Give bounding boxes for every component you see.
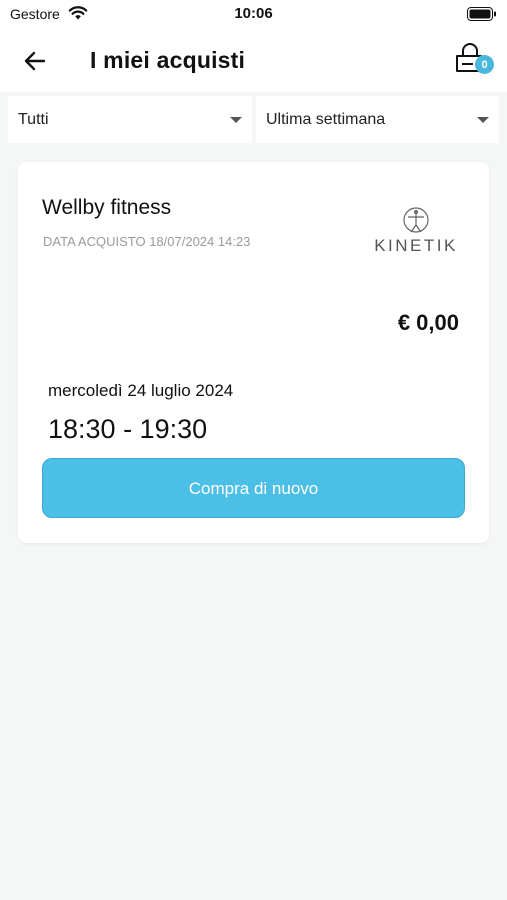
caret-down-icon [477, 117, 489, 123]
kinetik-logo: KINETIK [368, 206, 464, 258]
status-bar: Gestore 10:06 [0, 0, 507, 30]
filters-bar: Tutti Ultima settimana [0, 92, 507, 144]
price: € 0,00 [397, 310, 459, 335]
caret-down-icon [230, 117, 242, 123]
logo-text: KINETIK [374, 236, 458, 255]
app-header: I miei acquisti 0 [0, 30, 507, 92]
purchase-date: DATA ACQUISTO 18/07/2024 14:23 [43, 234, 251, 249]
status-time: 10:06 [234, 5, 273, 22]
period-filter-dropdown[interactable]: Ultima settimana [256, 96, 499, 143]
battery-icon [467, 7, 497, 26]
period-filter-value: Ultima settimana [266, 111, 386, 128]
back-arrow-icon[interactable] [22, 48, 48, 74]
slot-time: 18:30 - 19:30 [48, 414, 208, 444]
cart-button[interactable]: 0 [453, 42, 494, 78]
slot-date: mercoledì 24 luglio 2024 [48, 381, 234, 400]
type-filter-dropdown[interactable]: Tutti [8, 96, 252, 143]
buy-again-button[interactable]: Compra di nuovo [42, 458, 465, 518]
page-title: I miei acquisti [90, 47, 246, 73]
type-filter-value: Tutti [18, 111, 49, 128]
purchase-title: Wellby fitness [42, 196, 172, 219]
purchase-card[interactable]: Wellby fitness DATA ACQUISTO 18/07/2024 … [18, 162, 489, 543]
cart-count-badge: 0 [475, 55, 494, 74]
